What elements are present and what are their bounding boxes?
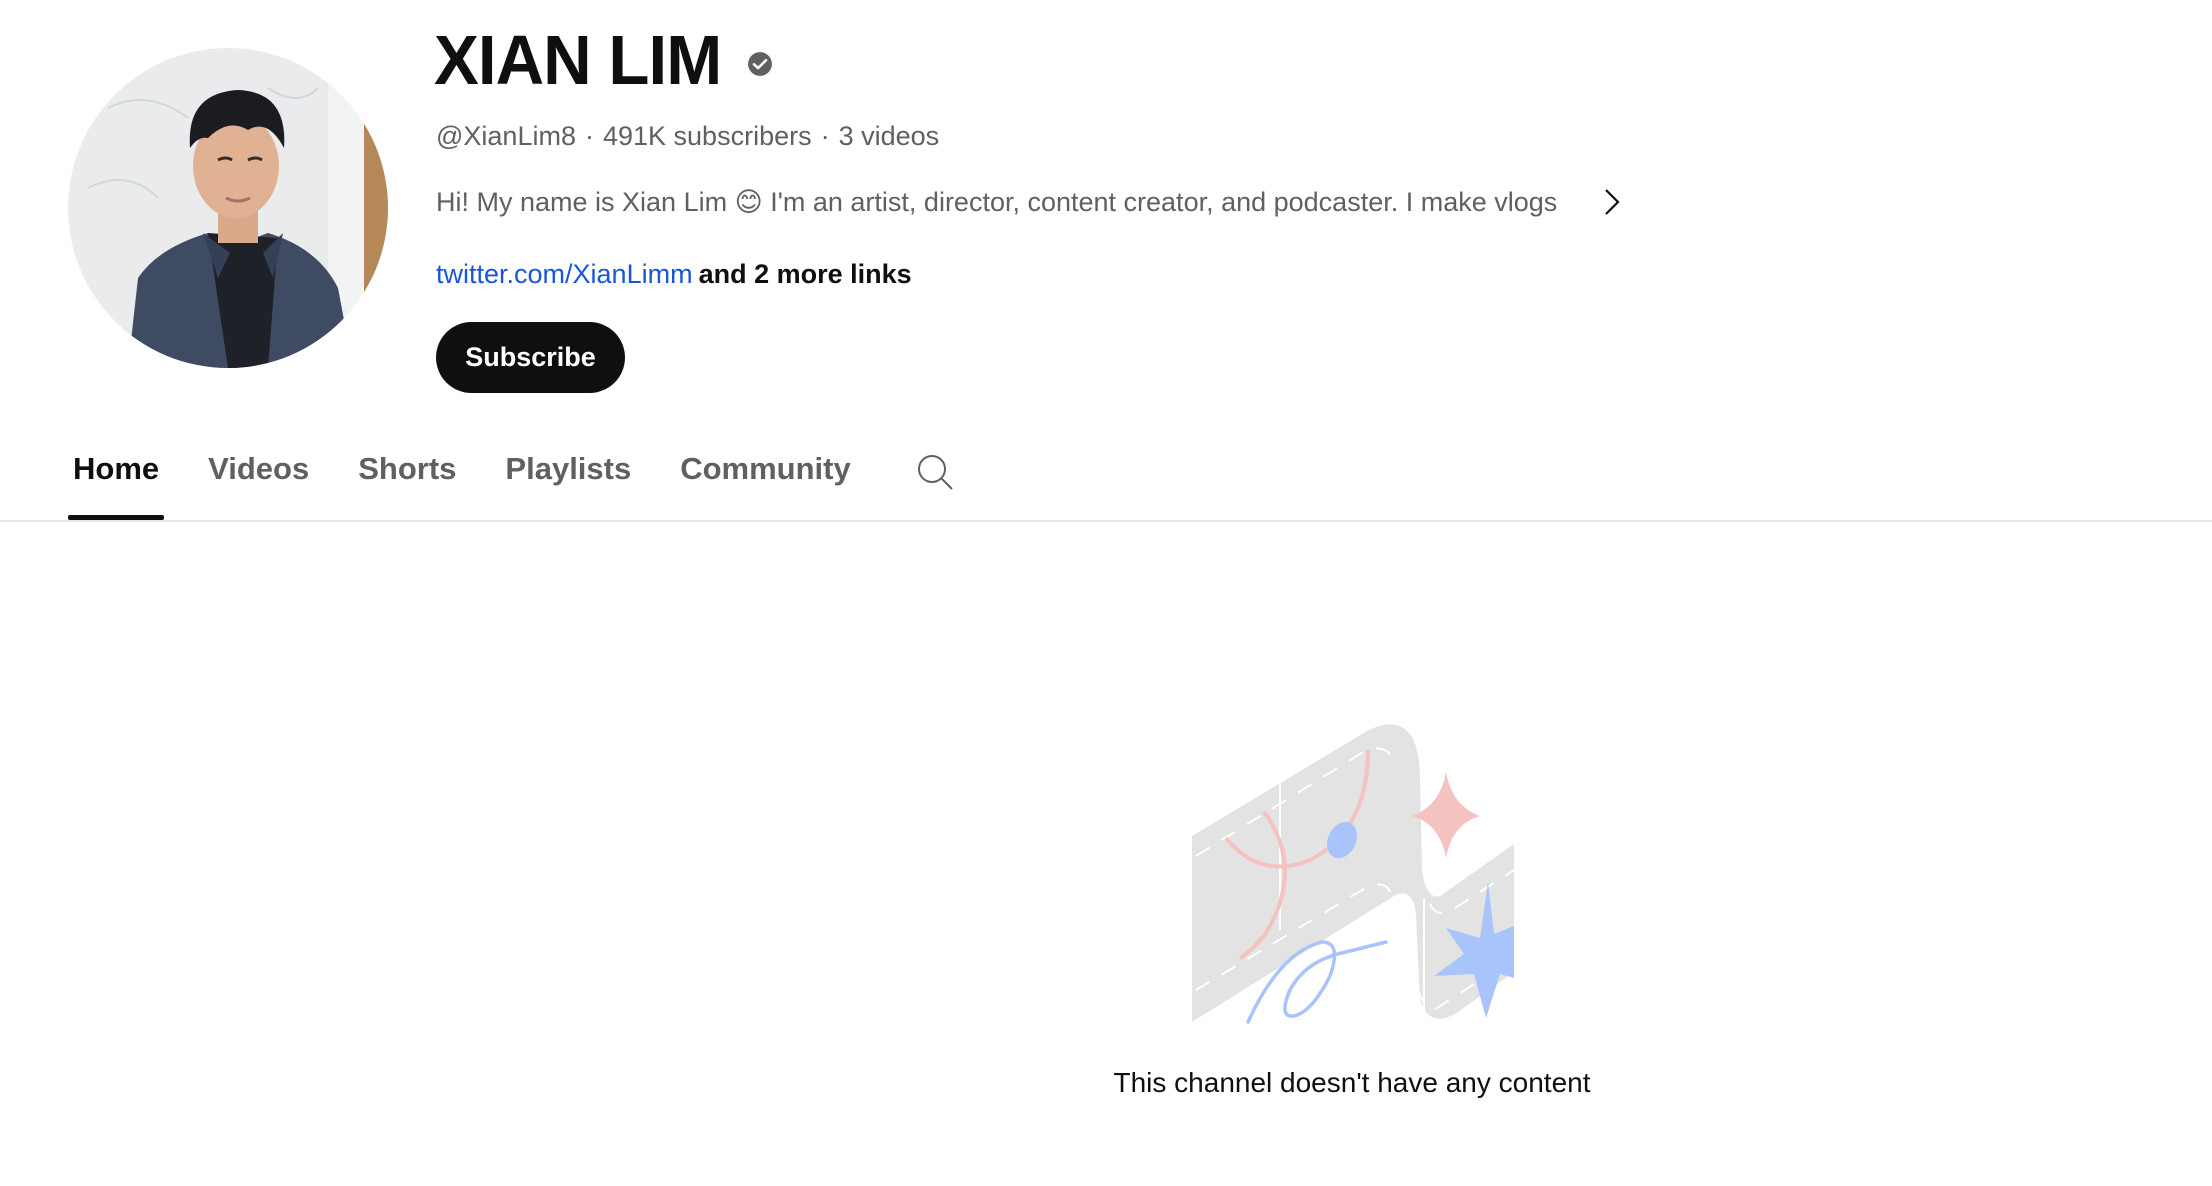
search-icon[interactable] (916, 453, 956, 493)
tab-playlists[interactable]: Playlists (500, 440, 636, 521)
channel-handle: @XianLim8 (436, 121, 576, 151)
more-links-button[interactable]: and 2 more links (699, 259, 912, 289)
channel-tabs: Home Videos Shorts Playlists Community (68, 440, 956, 521)
meta-separator: · (584, 121, 594, 151)
empty-state-message: This channel doesn't have any content (1113, 1067, 1591, 1098)
channel-avatar[interactable] (68, 48, 388, 368)
chevron-right-icon[interactable] (1604, 189, 1620, 215)
avatar-photo (68, 48, 388, 368)
channel-description[interactable]: Hi! My name is Xian Lim 😊 I'm an artist,… (436, 184, 1580, 220)
channel-meta: @XianLim8 · 491K subscribers · 3 videos (436, 118, 939, 154)
channel-description-row[interactable]: Hi! My name is Xian Lim 😊 I'm an artist,… (436, 184, 1620, 220)
twitter-link[interactable]: twitter.com/XianLimm (436, 259, 693, 289)
tab-community[interactable]: Community (675, 440, 856, 521)
tabs-divider (0, 520, 2212, 522)
channel-header: XIAN LIM (434, 18, 773, 102)
channel-title: XIAN LIM (434, 21, 722, 99)
video-count: 3 videos (838, 121, 940, 151)
subscribe-button[interactable]: Subscribe (436, 322, 625, 393)
verified-check-icon (747, 51, 773, 77)
tab-home[interactable]: Home (68, 440, 165, 521)
tab-shorts[interactable]: Shorts (353, 440, 461, 521)
subscriber-count: 491K subscribers (602, 121, 812, 151)
meta-separator: · (820, 121, 830, 151)
channel-links: twitter.com/XianLimm and 2 more links (436, 256, 912, 292)
tab-videos[interactable]: Videos (203, 440, 314, 521)
empty-state-illustration (1190, 720, 1516, 1024)
